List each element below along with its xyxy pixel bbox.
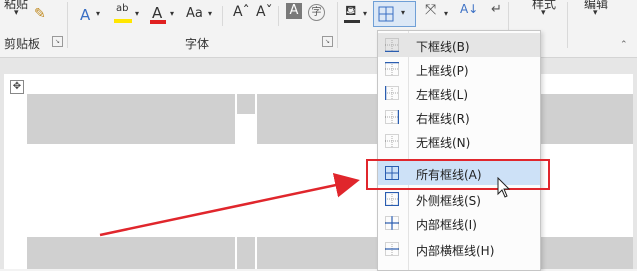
- mouse-cursor-icon: [497, 177, 511, 198]
- annotation-arrow-icon: [99, 172, 360, 237]
